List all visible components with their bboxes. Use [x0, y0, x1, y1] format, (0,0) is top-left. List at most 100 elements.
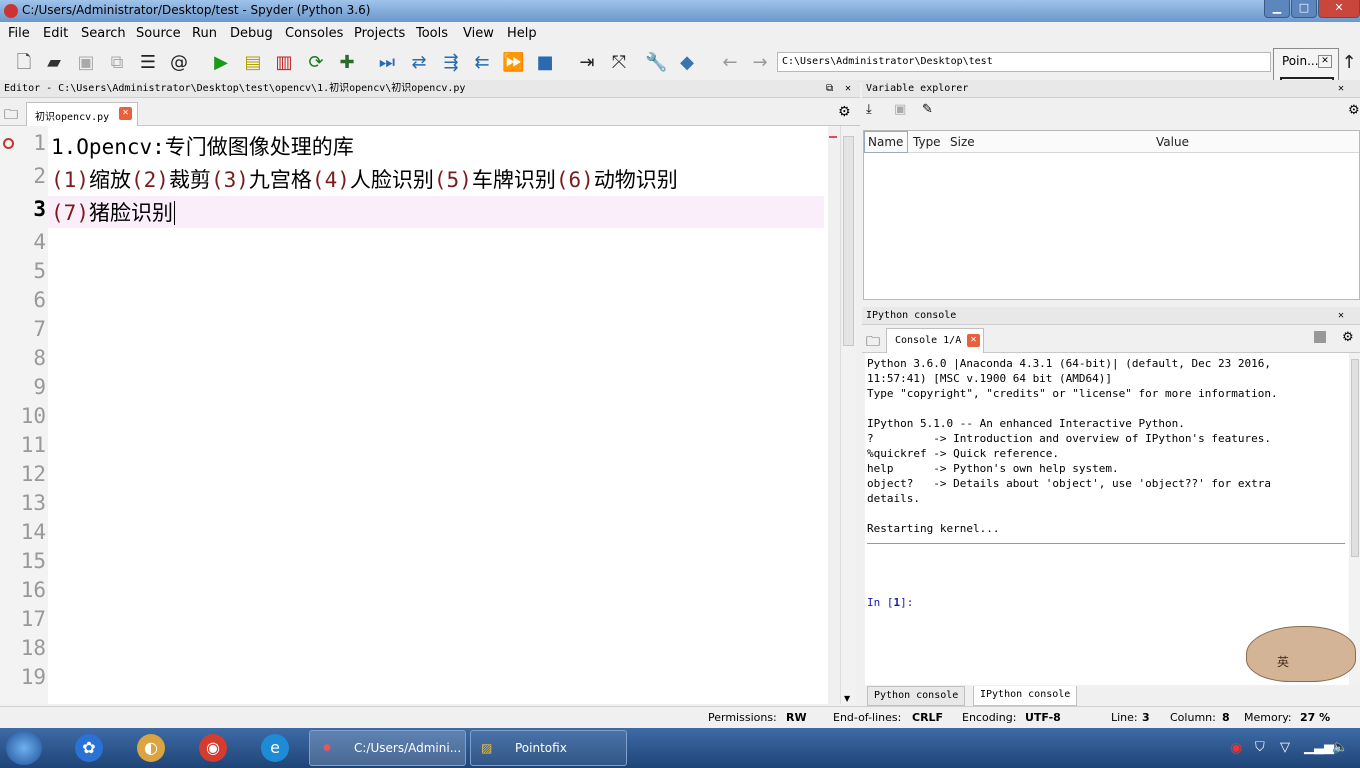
stop-icon[interactable]: ■ [534, 52, 556, 74]
taskbar-item-pointofix[interactable]: ▨ Pointofix [470, 730, 627, 766]
run-icon[interactable]: ▶ [210, 52, 232, 74]
list-icon[interactable]: ☰ [137, 52, 159, 74]
save-icon[interactable]: ▣ [75, 52, 97, 74]
save-data-icon[interactable]: ▣ [894, 102, 906, 117]
editor-pane-header: Editor - C:\Users\Administrator\Desktop\… [0, 80, 860, 98]
tab-ipython-console[interactable]: IPython console [973, 686, 1078, 706]
console-separator [867, 543, 1345, 544]
code-line-2: (1)缩放(2)裁剪(3)九宫格(4)人脸识别(5)车牌识别(6)动物识别 [51, 168, 678, 192]
rerun-icon[interactable]: ⟳ [305, 52, 327, 74]
signal-icon[interactable]: ▁▃▅ [1304, 740, 1334, 755]
popup-close-icon[interactable]: ✕ [1318, 55, 1332, 68]
at-icon[interactable]: @ [168, 52, 190, 74]
tab-file[interactable]: 初识opencv.py ✕ [26, 102, 138, 126]
browse-tabs-icon[interactable]: 🗀 [866, 331, 880, 355]
console-scrollbar[interactable] [1350, 353, 1360, 685]
minimize-button[interactable]: ▁ [1264, 0, 1290, 18]
back-arrow-icon[interactable]: ← [719, 52, 741, 74]
scroll-down-icon[interactable]: ▼ [844, 694, 850, 703]
menu-search[interactable]: Search [81, 26, 126, 41]
tab-python-console[interactable]: Python console [867, 686, 966, 706]
menu-tools[interactable]: Tools [416, 26, 448, 41]
new-file-icon[interactable]: 🗋 [13, 52, 35, 74]
step-icon[interactable]: ⇄ [408, 52, 430, 74]
maximize-button[interactable]: □ [1291, 0, 1317, 18]
import-data-icon[interactable]: ⤓ [866, 102, 872, 117]
memory-label: Memory: [1244, 711, 1292, 724]
column-size[interactable]: Size [950, 135, 975, 149]
gear-icon[interactable]: ⚙ [1348, 103, 1360, 118]
maximize-pane-icon[interactable]: ⇥ [576, 52, 598, 74]
remove-all-icon[interactable]: ✎ [922, 102, 933, 117]
menu-file[interactable]: File [8, 26, 30, 41]
menu-source[interactable]: Source [136, 26, 181, 41]
python-icon[interactable]: ◆ [676, 52, 698, 74]
menu-consoles[interactable]: Consoles [285, 26, 343, 41]
column-value[interactable]: Value [1156, 135, 1189, 149]
encoding-label: Encoding: [962, 711, 1017, 724]
undock-icon[interactable]: ⧉ [826, 80, 833, 98]
tab-close-icon[interactable]: ✕ [967, 334, 980, 347]
start-button-icon[interactable] [6, 731, 42, 765]
record-icon[interactable]: ◉ [1230, 740, 1242, 756]
shield-icon[interactable]: ⛉ [1255, 740, 1265, 755]
line-number: 16 [20, 578, 46, 602]
spyder-icon: ✹ [322, 741, 333, 755]
taskbar-item-spyder[interactable]: ✹ C:/Users/Admini... [309, 730, 466, 766]
close-button[interactable]: ✕ [1318, 0, 1360, 18]
fullscreen-icon[interactable]: ⤧ [608, 52, 630, 74]
save-all-icon[interactable]: ⧉ [106, 52, 128, 74]
up-arrow-icon[interactable]: ↑ [1338, 52, 1360, 74]
line-number: 14 [20, 520, 46, 544]
console-bottom-tabs: Python console IPython console [862, 686, 1360, 706]
close-pane-icon[interactable]: ✕ [1338, 307, 1344, 325]
edge-icon[interactable]: e [261, 734, 289, 762]
cat-sticker: 英 [1246, 626, 1356, 682]
tools-icon[interactable]: 🔧 [645, 52, 667, 74]
continue-icon[interactable]: ⏩ [502, 52, 524, 74]
gear-icon[interactable]: ⚙ [838, 104, 851, 120]
console-line: Python 3.6.0 |Anaconda 4.3.1 (64-bit)| (… [867, 357, 1271, 370]
console-line: details. [867, 492, 920, 505]
stop-kernel-icon[interactable] [1314, 331, 1326, 343]
close-pane-icon[interactable]: ✕ [1338, 80, 1344, 98]
working-directory-input[interactable]: C:\Users\Administrator\Desktop\test [777, 52, 1271, 72]
app-icon-baidu[interactable]: ✿ [75, 734, 103, 762]
close-pane-icon[interactable]: ✕ [845, 80, 851, 98]
browse-tabs-icon[interactable]: 🗀 [4, 104, 18, 128]
run-cell-advance-icon[interactable]: ▥ [273, 52, 295, 74]
open-folder-icon[interactable]: ▰ [43, 52, 65, 74]
tab-close-icon[interactable]: ✕ [119, 107, 132, 120]
editor-scrollbar[interactable]: ▼ [840, 126, 856, 704]
step-into-icon[interactable]: ⇶ [440, 52, 462, 74]
line-number: 9 [33, 375, 46, 399]
column-name[interactable]: Name [868, 135, 903, 149]
gear-icon[interactable]: ⚙ [1342, 330, 1354, 345]
console-prompt[interactable]: In [1]: [867, 596, 913, 609]
run-cell-icon[interactable]: ▤ [242, 52, 264, 74]
console-scroll-thumb[interactable] [1351, 359, 1359, 557]
column-type[interactable]: Type [913, 135, 941, 149]
console-line: IPython 5.1.0 -- An enhanced Interactive… [867, 417, 1185, 430]
debug-icon[interactable]: ⏭ [376, 52, 398, 74]
variable-explorer-title: Variable explorer [866, 83, 969, 94]
forward-arrow-icon[interactable]: → [749, 52, 771, 74]
paint-icon[interactable]: ◐ [137, 734, 165, 762]
menu-projects[interactable]: Projects [354, 26, 405, 41]
editor-scroll-thumb[interactable] [843, 136, 854, 346]
line-number: 8 [33, 346, 46, 370]
line-number: 1 [33, 131, 46, 155]
menu-edit[interactable]: Edit [43, 26, 68, 41]
status-bar: Permissions: RW End-of-lines: CRLF Encod… [0, 706, 1360, 728]
network-icon[interactable]: ▽ [1280, 740, 1290, 755]
volume-icon[interactable]: 🔈 [1332, 740, 1348, 755]
menu-run[interactable]: Run [192, 26, 217, 41]
run-settings-icon[interactable]: ✚ [336, 52, 358, 74]
step-return-icon[interactable]: ⇇ [471, 52, 493, 74]
chrome-icon[interactable]: ◉ [199, 734, 227, 762]
menu-debug[interactable]: Debug [230, 26, 273, 41]
menu-help[interactable]: Help [507, 26, 537, 41]
menu-view[interactable]: View [463, 26, 494, 41]
tab-console[interactable]: Console 1/A ✕ [886, 328, 984, 353]
variable-table[interactable]: Name Type Size Value [863, 130, 1360, 300]
